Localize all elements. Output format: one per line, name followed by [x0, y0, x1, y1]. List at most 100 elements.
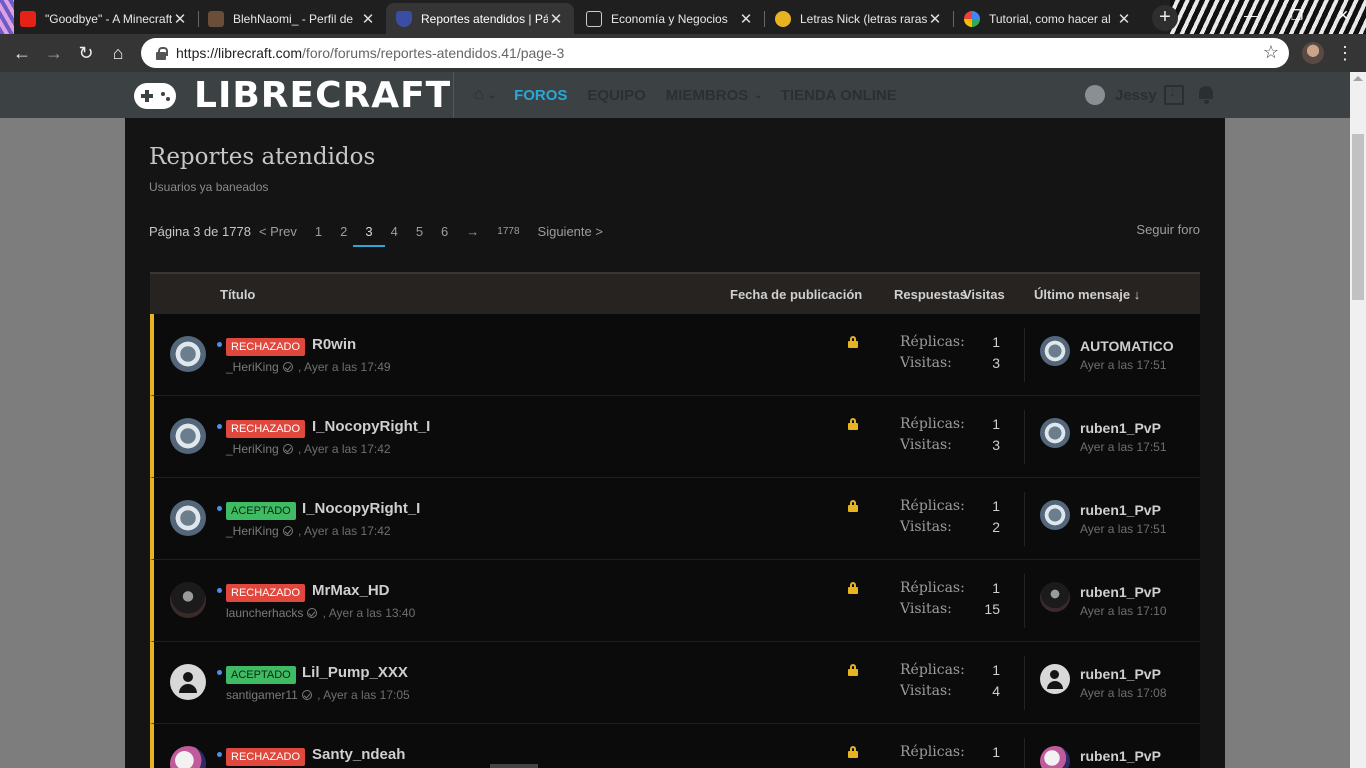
back-button[interactable]: ← [10, 41, 34, 65]
minimize-button[interactable]: — [1228, 0, 1274, 30]
site-logo[interactable]: LIBRECRAFT [134, 74, 451, 118]
status-badge[interactable]: RECHAZADO [226, 748, 306, 766]
thread-date[interactable]: Ayer a las 17:49 [304, 360, 391, 374]
col-replies[interactable]: Respuestas [894, 287, 967, 302]
scrollbar-thumb[interactable] [1352, 134, 1364, 300]
browser-tab-5[interactable]: Letras Nick (letras raras ✕ [765, 3, 954, 34]
thread-author-link[interactable]: _HeriKing [226, 442, 279, 456]
thread-row[interactable]: ACEPTADO Lil_Pump_XXX santigamer11 , Ayer … [150, 642, 1200, 724]
thread-row[interactable]: ACEPTADO I_NocopyRight_I _HeriKing , Ayer … [150, 478, 1200, 560]
browser-tab-3[interactable]: Reportes atendidos | Pá ✕ [386, 3, 574, 34]
thread-date[interactable]: Ayer a las 17:42 [304, 442, 391, 456]
bell-icon[interactable] [1197, 85, 1217, 105]
thread-row[interactable]: RECHAZADO I_NocopyRight_I _HeriKing , Ayer… [150, 396, 1200, 478]
prev-page-link[interactable]: < Prev [259, 224, 306, 239]
thread-date[interactable]: Ayer a las 13:40 [329, 606, 416, 620]
browser-menu-icon[interactable]: ⋮ [1336, 41, 1354, 65]
last-post-date[interactable]: Ayer a las 17:10 [1080, 604, 1167, 618]
status-badge[interactable]: ACEPTADO [226, 666, 296, 684]
nav-foros[interactable]: FOROS [514, 87, 567, 104]
close-window-button[interactable]: ✕ [1320, 0, 1366, 30]
close-tab-icon[interactable]: ✕ [360, 10, 376, 28]
thread-row[interactable]: RECHAZADO Santy_ndeah Réplicas: 1 ruben1_PvP [150, 724, 1200, 768]
chevron-down-icon[interactable]: ⌄ [488, 90, 496, 101]
last-poster-link[interactable]: ruben1_PvP [1080, 584, 1161, 600]
browser-tab-1[interactable]: "Goodbye" - A Minecraft ✕ [10, 3, 199, 34]
thread-author-link[interactable]: _HeriKing [226, 360, 279, 374]
scroll-up-arrow[interactable] [1353, 76, 1363, 81]
restore-button[interactable]: ❐ [1274, 0, 1320, 30]
page-link-2[interactable]: 2 [331, 224, 356, 239]
page-link-1[interactable]: 1 [306, 224, 331, 239]
last-poster-avatar[interactable] [1040, 418, 1070, 448]
status-badge[interactable]: RECHAZADO [226, 584, 306, 602]
col-title[interactable]: Título [220, 287, 255, 302]
thread-title-link[interactable]: Santy_ndeah [312, 746, 405, 763]
close-tab-icon[interactable]: ✕ [548, 10, 564, 28]
last-post-date[interactable]: Ayer a las 17:51 [1080, 358, 1167, 372]
nav-tienda-online[interactable]: TIENDA ONLINE [781, 87, 897, 104]
last-poster-avatar[interactable] [1040, 500, 1070, 530]
last-poster-avatar[interactable] [1040, 336, 1070, 366]
page-scrollbar[interactable] [1350, 72, 1366, 768]
url-text[interactable]: https://librecraft.com/foro/forums/repor… [176, 45, 564, 61]
page-link-current[interactable]: 3 [353, 224, 385, 247]
last-poster-link[interactable]: ruben1_PvP [1080, 666, 1161, 682]
last-post-date[interactable]: Ayer a las 17:51 [1080, 440, 1167, 454]
chevron-down-icon[interactable]: ⌄ [754, 90, 762, 101]
last-poster-avatar[interactable] [1040, 582, 1070, 612]
thread-author-link[interactable]: _HeriKing [226, 524, 279, 538]
author-avatar[interactable] [170, 664, 206, 700]
thread-title-link[interactable]: I_NocopyRight_I [302, 500, 420, 517]
page-link-4[interactable]: 4 [382, 224, 407, 239]
reload-button[interactable]: ↻ [74, 41, 98, 65]
page-jump-arrow[interactable]: → [457, 224, 488, 239]
author-avatar[interactable] [170, 500, 206, 536]
last-poster-link[interactable]: ruben1_PvP [1080, 502, 1161, 518]
col-date[interactable]: Fecha de publicación [730, 287, 862, 302]
follow-forum-link[interactable]: Seguir foro [1136, 222, 1200, 237]
forward-button[interactable]: → [42, 41, 66, 65]
thread-row[interactable]: RECHAZADO R0win _HeriKing , Ayer a las 17:… [150, 314, 1200, 396]
last-poster-link[interactable]: ruben1_PvP [1080, 748, 1161, 764]
last-poster-avatar[interactable] [1040, 746, 1070, 768]
author-avatar[interactable] [170, 746, 206, 768]
status-badge[interactable]: RECHAZADO [226, 338, 306, 356]
thread-date[interactable]: Ayer a las 17:05 [323, 688, 410, 702]
last-poster-link[interactable]: ruben1_PvP [1080, 420, 1161, 436]
thread-author-link[interactable]: santigamer11 [226, 688, 298, 702]
new-tab-button[interactable]: + [1152, 5, 1178, 31]
thread-title-link[interactable]: R0win [312, 336, 356, 353]
page-link-last[interactable]: 1778 [488, 226, 528, 237]
last-post-date[interactable]: Ayer a las 17:08 [1080, 686, 1167, 700]
author-avatar[interactable] [170, 582, 206, 618]
col-views[interactable]: Visitas [963, 287, 1005, 302]
last-poster-link[interactable]: AUTOMATICO [1080, 338, 1174, 354]
profile-avatar[interactable] [1302, 42, 1324, 64]
browser-tab-4[interactable]: Economía y Negocios ✕ [576, 3, 765, 34]
page-link-5[interactable]: 5 [407, 224, 432, 239]
thread-author-link[interactable]: launcherhacks [226, 606, 303, 620]
close-tab-icon[interactable]: ✕ [1116, 10, 1132, 28]
user-menu[interactable]: Jessy [1085, 85, 1157, 105]
browser-tab-6[interactable]: Tutorial, como hacer al ✕ [954, 3, 1142, 34]
bookmark-star-icon[interactable]: ☆ [1263, 42, 1279, 63]
address-bar[interactable]: https://librecraft.com/foro/forums/repor… [141, 38, 1289, 68]
close-tab-icon[interactable]: ✕ [172, 10, 188, 28]
thread-row[interactable]: RECHAZADO MrMax_HD launcherhacks , Ayer a … [150, 560, 1200, 642]
last-poster-avatar[interactable] [1040, 664, 1070, 694]
author-avatar[interactable] [170, 336, 206, 372]
nav-miembros[interactable]: MIEMBROS [666, 87, 749, 104]
close-tab-icon[interactable]: ✕ [738, 10, 754, 28]
col-last-message[interactable]: Último mensaje ↓ [1034, 287, 1140, 302]
author-avatar[interactable] [170, 418, 206, 454]
next-page-link[interactable]: Siguiente > [529, 224, 612, 239]
page-link-6[interactable]: 6 [432, 224, 457, 239]
home-icon[interactable]: ⌂ [474, 86, 484, 104]
thread-title-link[interactable]: I_NocopyRight_I [312, 418, 430, 435]
last-post-date[interactable]: Ayer a las 17:51 [1080, 522, 1167, 536]
nav-equipo[interactable]: EQUIPO [587, 87, 645, 104]
thread-date[interactable]: Ayer a las 17:42 [304, 524, 391, 538]
status-badge[interactable]: ACEPTADO [226, 502, 296, 520]
close-tab-icon[interactable]: ✕ [927, 10, 943, 28]
